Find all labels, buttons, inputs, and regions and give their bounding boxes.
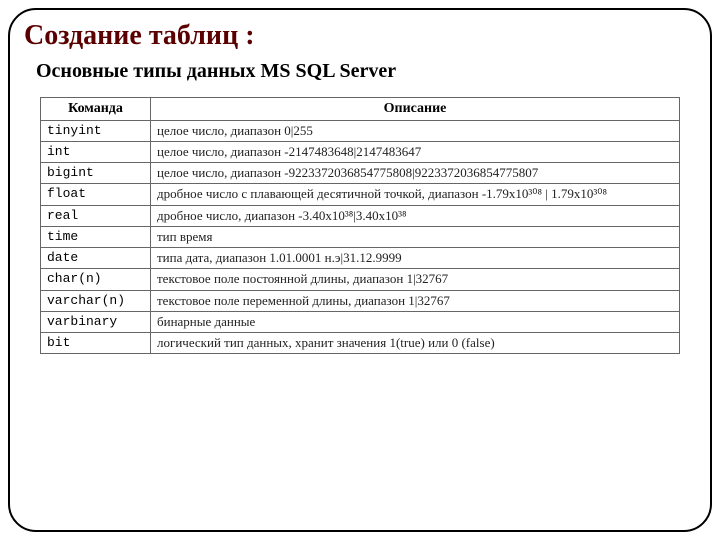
cell-command: bigint	[41, 163, 151, 184]
table-row: char(n) текстовое поле постоянной длины,…	[41, 269, 680, 290]
page-title: Создание таблиц :	[24, 20, 696, 52]
header-description: Описание	[151, 98, 680, 121]
cell-command: char(n)	[41, 269, 151, 290]
cell-command: date	[41, 248, 151, 269]
table-row: date типа дата, диапазон 1.01.0001 н.э|3…	[41, 248, 680, 269]
cell-command: int	[41, 141, 151, 162]
table-row: varbinary бинарные данные	[41, 311, 680, 332]
cell-description: тип время	[151, 226, 680, 247]
table-row: real дробное число, диапазон -3.40x10³⁸|…	[41, 205, 680, 226]
cell-description: дробное число, диапазон -3.40x10³⁸|3.40x…	[151, 205, 680, 226]
cell-description: целое число, диапазон 0|255	[151, 120, 680, 141]
cell-command: tinyint	[41, 120, 151, 141]
datatypes-table: Команда Описание tinyint целое число, ди…	[40, 97, 680, 354]
table-row: float дробное число с плавающей десятичн…	[41, 184, 680, 205]
cell-description: целое число, диапазон -92233720368547758…	[151, 163, 680, 184]
cell-command: real	[41, 205, 151, 226]
cell-command: varchar(n)	[41, 290, 151, 311]
cell-command: bit	[41, 333, 151, 354]
cell-description: текстовое поле переменной длины, диапазо…	[151, 290, 680, 311]
cell-command: float	[41, 184, 151, 205]
header-command: Команда	[41, 98, 151, 121]
table-row: bigint целое число, диапазон -9223372036…	[41, 163, 680, 184]
table-row: int целое число, диапазон -2147483648|21…	[41, 141, 680, 162]
cell-description: бинарные данные	[151, 311, 680, 332]
table-header-row: Команда Описание	[41, 98, 680, 121]
cell-description: логический тип данных, хранит значения 1…	[151, 333, 680, 354]
page-subtitle: Основные типы данных MS SQL Server	[36, 60, 696, 83]
table-row: time тип время	[41, 226, 680, 247]
table-row: varchar(n) текстовое поле переменной дли…	[41, 290, 680, 311]
table-row: bit логический тип данных, хранит значен…	[41, 333, 680, 354]
slide-frame: Создание таблиц : Основные типы данных M…	[8, 8, 712, 532]
cell-description: дробное число с плавающей десятичной точ…	[151, 184, 680, 205]
cell-command: varbinary	[41, 311, 151, 332]
cell-description: типа дата, диапазон 1.01.0001 н.э|31.12.…	[151, 248, 680, 269]
cell-command: time	[41, 226, 151, 247]
table-row: tinyint целое число, диапазон 0|255	[41, 120, 680, 141]
cell-description: текстовое поле постоянной длины, диапазо…	[151, 269, 680, 290]
cell-description: целое число, диапазон -2147483648|214748…	[151, 141, 680, 162]
